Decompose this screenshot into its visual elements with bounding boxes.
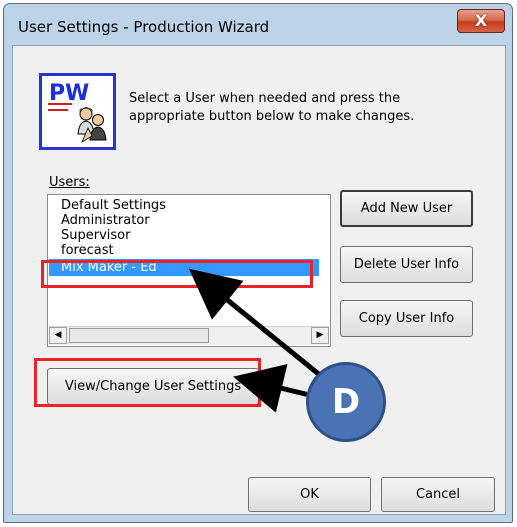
step-badge: D [306,362,386,442]
annotation-arrows [188,268,328,413]
arrow-to-listbox-icon [188,268,328,382]
